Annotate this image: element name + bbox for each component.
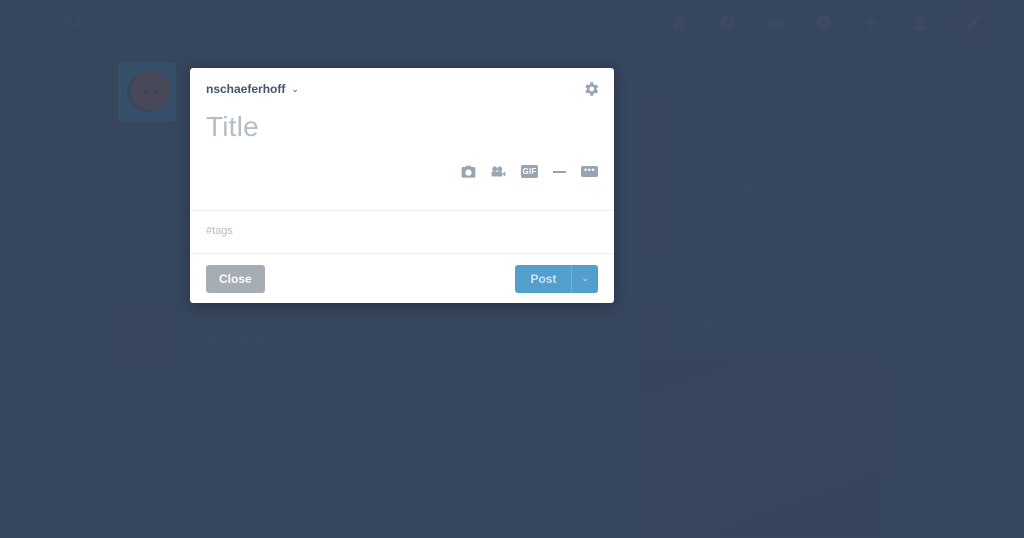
dialog-footer: Close Post ⌄ xyxy=(190,253,614,303)
gif-icon[interactable]: GIF xyxy=(521,165,538,178)
photo-icon[interactable] xyxy=(461,164,476,179)
gear-icon[interactable] xyxy=(582,80,600,98)
more-options-icon[interactable]: ••• xyxy=(581,166,598,177)
post-button-group: Post ⌄ xyxy=(515,264,598,293)
title-input[interactable]: Title xyxy=(190,110,614,146)
media-toolbar: GIF ••• xyxy=(461,164,598,179)
close-button[interactable]: Close xyxy=(206,264,265,293)
post-button[interactable]: Post xyxy=(515,264,572,293)
tags-input[interactable]: #tags xyxy=(190,210,614,253)
post-options-chevron-icon[interactable]: ⌄ xyxy=(571,264,598,293)
blog-selector-label: nschaeferhoff xyxy=(206,82,286,96)
blog-selector[interactable]: nschaeferhoff ⌄ xyxy=(206,82,299,96)
body-input-area[interactable]: GIF ••• xyxy=(190,146,614,210)
chevron-down-icon: ⌄ xyxy=(291,83,299,94)
dialog-header: nschaeferhoff ⌄ xyxy=(190,68,614,110)
line-break-icon[interactable] xyxy=(553,170,566,173)
post-dialog: nschaeferhoff ⌄ Title GIF ••• #tags Clos… xyxy=(190,68,614,303)
video-icon[interactable] xyxy=(491,164,506,179)
